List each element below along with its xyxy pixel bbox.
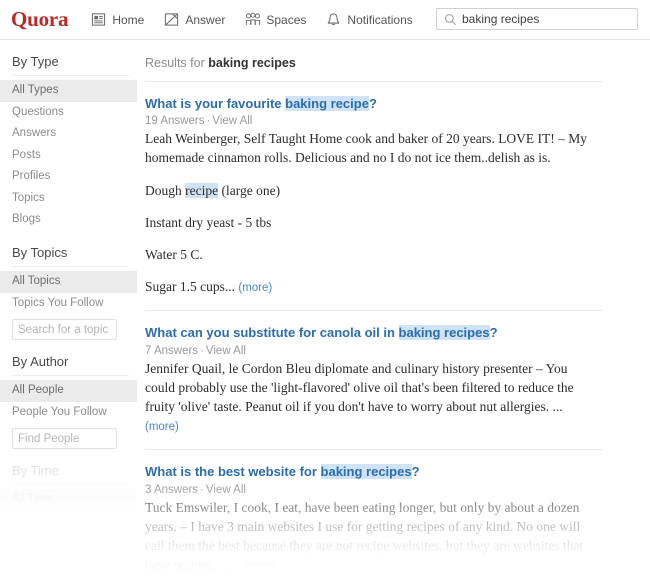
filter-option-all-people[interactable]: All People <box>0 380 137 402</box>
nav-item-home[interactable]: Home <box>90 11 144 28</box>
answer-count: 19 Answers <box>145 115 204 127</box>
result-title-post: ? <box>490 325 498 340</box>
result-snippet: Tuck Emswiler, I cook, I eat, have been … <box>145 498 595 575</box>
people-search-input[interactable] <box>12 428 117 449</box>
page-body: By Type All Types Questions Answers Post… <box>0 40 650 574</box>
snippet-paragraph: Water 5 C. <box>145 245 595 264</box>
nav-item-answer[interactable]: Answer <box>163 11 225 28</box>
filter-group-by-type: By Type All Types Questions Answers Post… <box>0 54 137 231</box>
filter-option-all-topics[interactable]: All Topics <box>0 271 137 293</box>
filter-option-topics[interactable]: Topics <box>0 188 137 210</box>
nav-label-home: Home <box>112 13 144 27</box>
filter-option-people-you-follow[interactable]: People You Follow <box>0 402 137 424</box>
pencil-answer-icon <box>163 11 180 28</box>
snippet-highlight: recipe <box>185 183 218 198</box>
result-title-pre: What is the best website for <box>145 464 321 479</box>
nav-label-answer: Answer <box>185 13 225 27</box>
snippet-text: Sugar 1.5 cups... <box>145 279 235 294</box>
filters-sidebar: By Type All Types Questions Answers Post… <box>0 40 137 525</box>
filter-group-by-time: By Time All Time <box>0 463 137 511</box>
filter-option-questions[interactable]: Questions <box>0 102 137 124</box>
filter-group-title: By Author <box>12 354 137 369</box>
snippet-paragraph: Dough recipe (large one) <box>145 181 595 200</box>
result-meta: 19 Answers·View All <box>145 115 650 127</box>
filter-group-title: By Time <box>12 463 137 478</box>
snippet-text: Dough <box>145 183 185 198</box>
search-box[interactable] <box>436 8 638 30</box>
snippet-paragraph: Sugar 1.5 cups... (more) <box>145 277 595 296</box>
answer-count: 3 Answers <box>145 484 198 496</box>
results-for-prefix: Results for <box>145 56 205 70</box>
filter-group-title: By Type <box>12 54 137 69</box>
search-result-item: What is your favourite baking recipe? 19… <box>145 82 650 311</box>
main-nav: Home Answer <box>90 11 431 28</box>
filter-group-by-topics: By Topics All Topics Topics You Follow <box>0 245 137 340</box>
snippet-text: (large one) <box>218 183 280 198</box>
search-result-item: What is the best website for baking reci… <box>145 450 650 574</box>
snippet-text: Jennifer Quail, le Cordon Bleu diplomate… <box>145 361 574 414</box>
meta-separator: · <box>198 484 206 496</box>
view-all-link[interactable]: View All <box>212 115 252 127</box>
filter-option-answers[interactable]: Answers <box>0 123 137 145</box>
top-navigation-bar: Quora Home <box>0 0 650 40</box>
snippet-paragraph: Tuck Emswiler, I cook, I eat, have been … <box>145 498 595 575</box>
bell-icon <box>325 11 342 28</box>
result-title-post: ? <box>412 464 420 479</box>
meta-separator: · <box>198 345 206 357</box>
result-meta: 3 Answers·View All <box>145 484 650 496</box>
more-link[interactable]: (more) <box>242 560 276 572</box>
view-all-link[interactable]: View All <box>206 484 246 496</box>
filter-option-blogs[interactable]: Blogs <box>0 209 137 231</box>
home-article-icon <box>90 11 107 28</box>
nav-label-spaces: Spaces <box>266 13 306 27</box>
search-input[interactable] <box>462 12 630 26</box>
view-all-link[interactable]: View All <box>206 345 246 357</box>
snippet-paragraph: Leah Weinberger, Self Taught Home cook a… <box>145 129 595 167</box>
more-link[interactable]: (more) <box>145 421 179 433</box>
filter-option-all-time[interactable]: All Time <box>0 489 137 511</box>
search-icon <box>444 13 457 26</box>
result-title-highlight: baking recipes <box>321 464 412 479</box>
nav-item-spaces[interactable]: Spaces <box>244 11 306 28</box>
more-link[interactable]: (more) <box>238 282 272 294</box>
nav-item-notifications[interactable]: Notifications <box>325 11 412 28</box>
filter-option-profiles[interactable]: Profiles <box>0 166 137 188</box>
result-title-pre: What is your favourite <box>145 96 285 111</box>
result-title-link[interactable]: What is the best website for baking reci… <box>145 464 650 480</box>
quora-logo[interactable]: Quora <box>11 9 68 30</box>
result-snippet: Leah Weinberger, Self Taught Home cook a… <box>145 129 595 296</box>
search-results-panel: Results for baking recipes What is your … <box>137 40 650 574</box>
snippet-paragraph: Instant dry yeast - 5 tbs <box>145 213 595 232</box>
filter-option-topics-you-follow[interactable]: Topics You Follow <box>0 293 137 315</box>
divider <box>12 375 129 376</box>
filter-group-title: By Topics <box>12 245 137 260</box>
topic-search-input[interactable] <box>12 319 117 340</box>
results-for-heading: Results for baking recipes <box>145 56 650 70</box>
filter-option-all-types[interactable]: All Types <box>0 80 137 102</box>
snippet-paragraph: Jennifer Quail, le Cordon Bleu diplomate… <box>145 359 595 436</box>
result-meta: 7 Answers·View All <box>145 345 650 357</box>
result-title-highlight: baking recipes <box>399 325 490 340</box>
people-spaces-icon <box>244 11 261 28</box>
snippet-text: Tuck Emswiler, I cook, I eat, have been … <box>145 500 583 572</box>
result-snippet: Jennifer Quail, le Cordon Bleu diplomate… <box>145 359 595 436</box>
divider <box>12 484 129 485</box>
result-title-pre: What can you substitute for canola oil i… <box>145 325 399 340</box>
result-title-post: ? <box>369 96 377 111</box>
answer-count: 7 Answers <box>145 345 198 357</box>
nav-label-notifications: Notifications <box>347 13 412 27</box>
divider <box>12 266 129 267</box>
result-title-highlight: baking recipe <box>285 96 369 111</box>
results-for-query: baking recipes <box>208 56 296 70</box>
filter-option-posts[interactable]: Posts <box>0 145 137 167</box>
search-result-item: What can you substitute for canola oil i… <box>145 311 650 450</box>
result-title-link[interactable]: What is your favourite baking recipe? <box>145 96 650 112</box>
filter-group-by-author: By Author All People People You Follow <box>0 354 137 449</box>
divider <box>12 75 129 76</box>
result-title-link[interactable]: What can you substitute for canola oil i… <box>145 325 650 341</box>
